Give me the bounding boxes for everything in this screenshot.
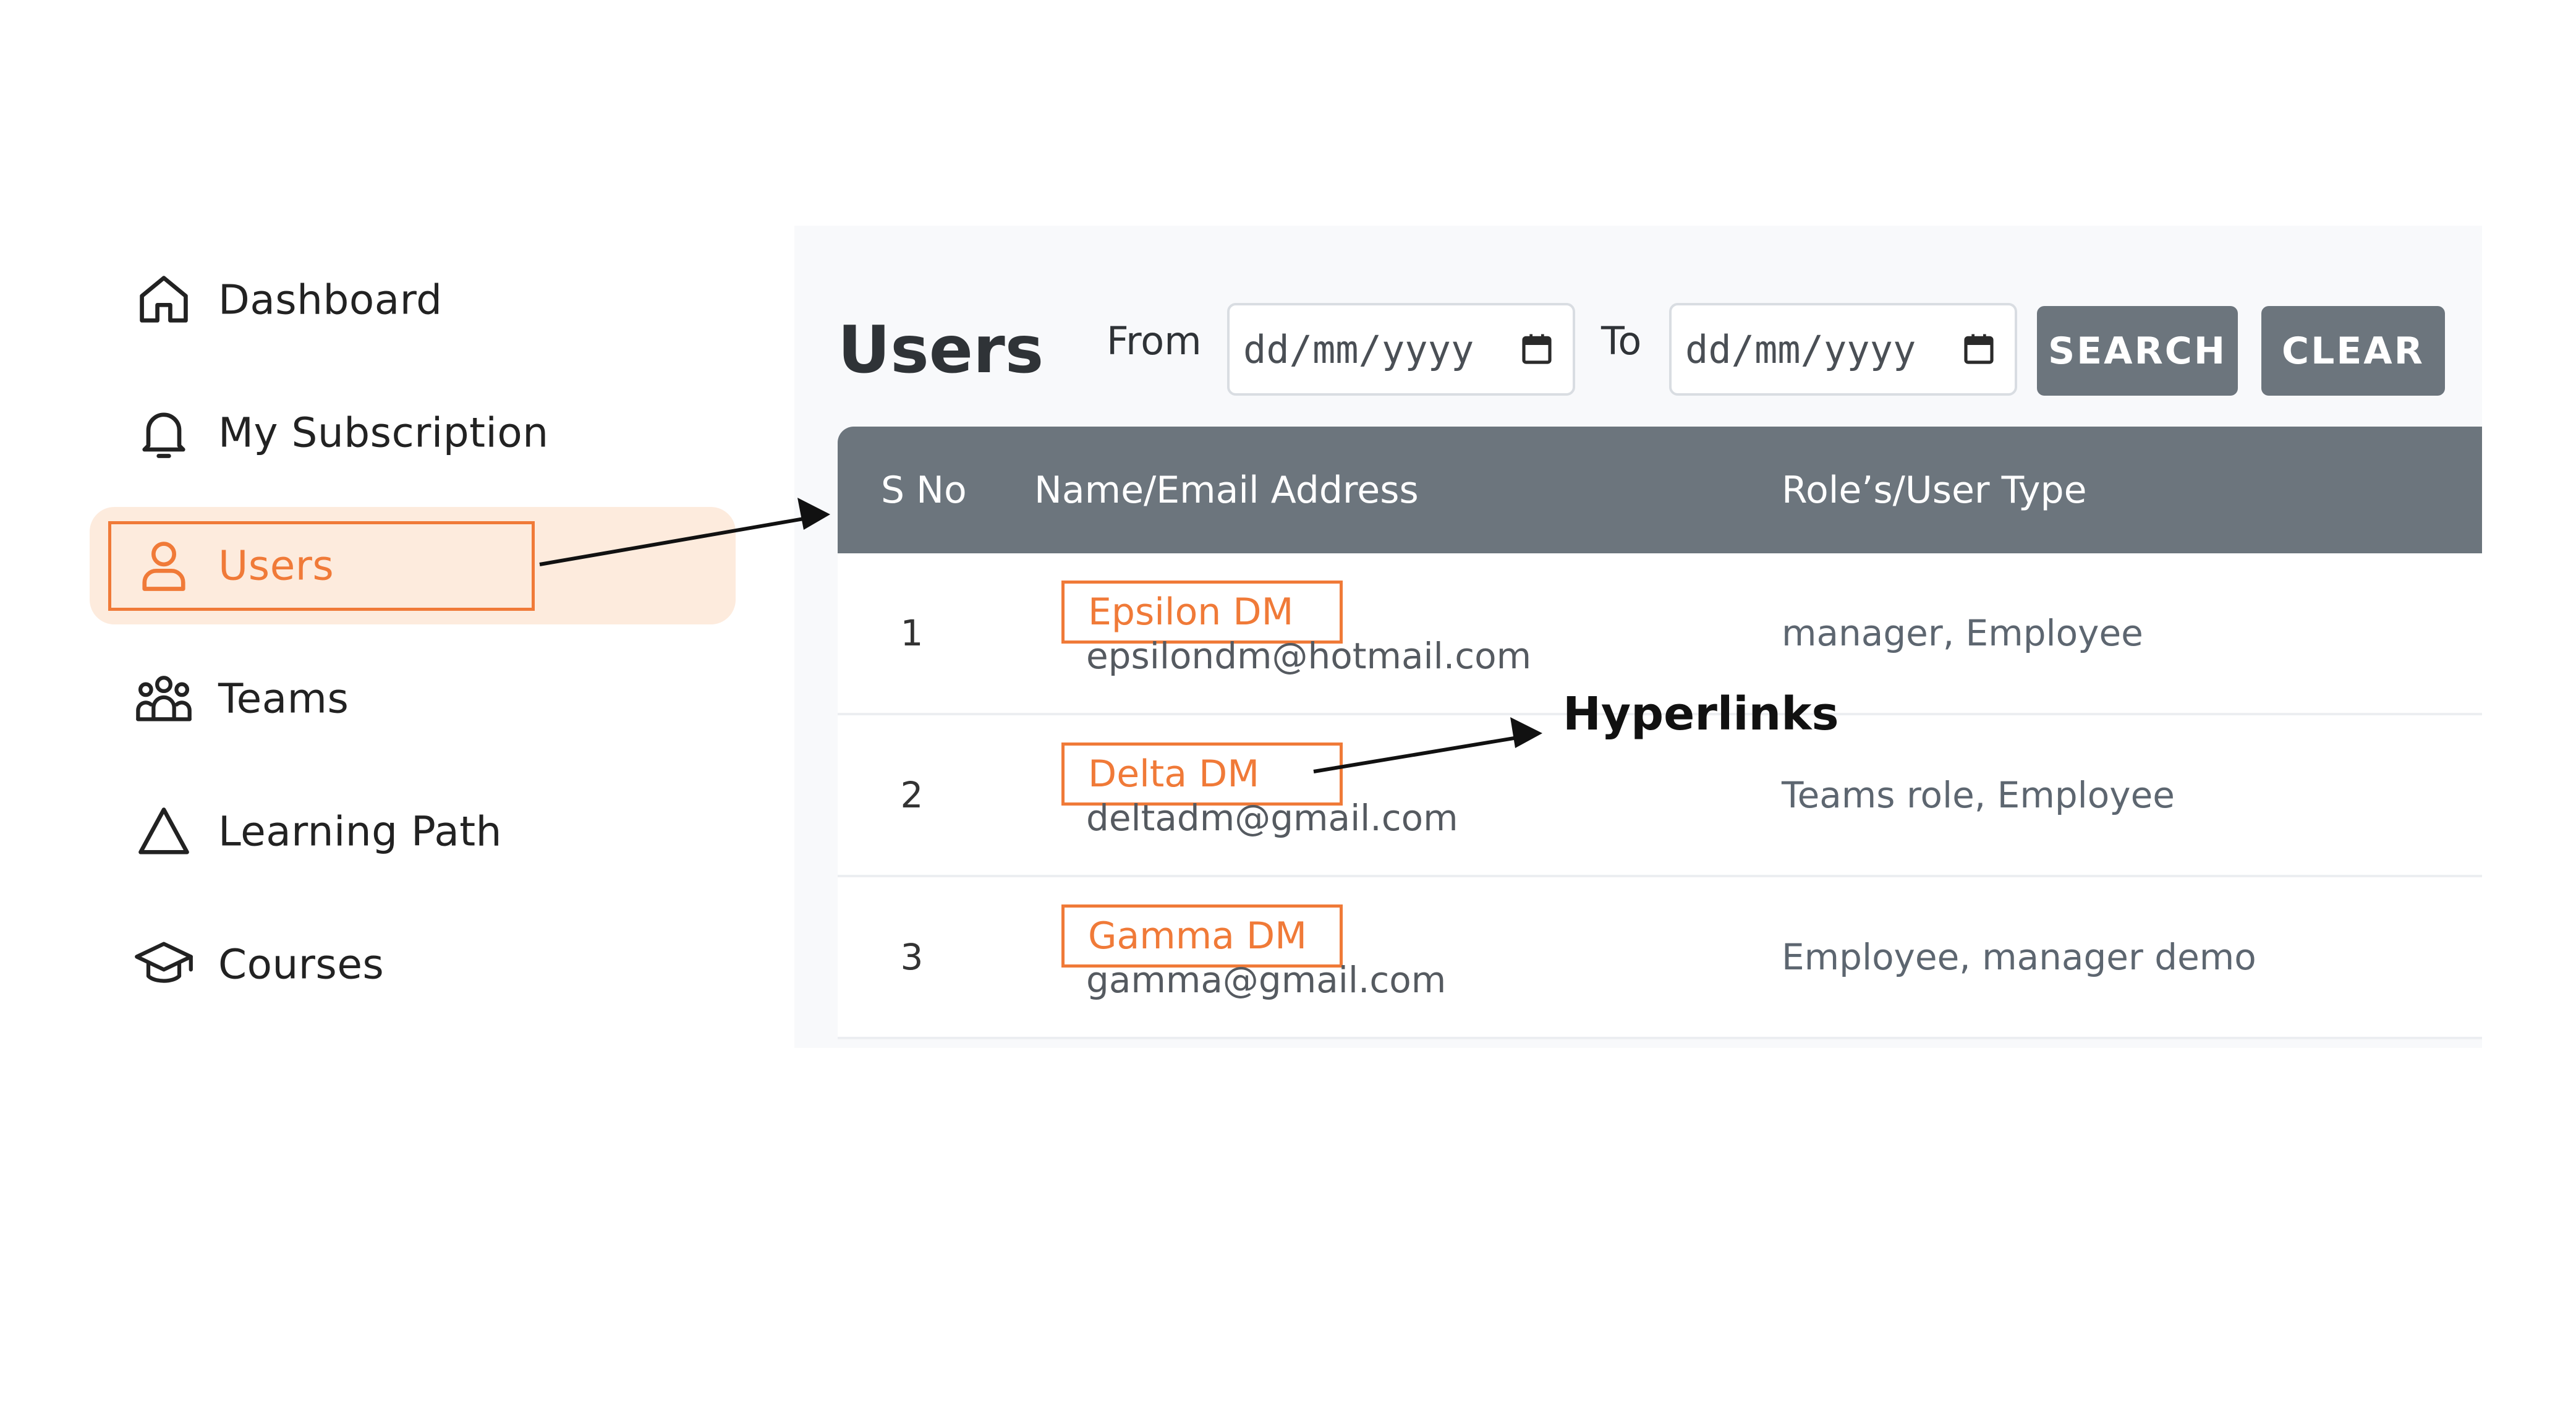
from-date-placeholder: dd/mm/yyyy bbox=[1243, 326, 1474, 372]
user-roles: Employee, manager demo bbox=[1782, 936, 2256, 978]
to-label: To bbox=[1601, 318, 1642, 364]
column-header-name-email: Name/Email Address bbox=[1034, 468, 1419, 512]
hyperlinks-annotation-label: Hyperlinks bbox=[1563, 687, 1839, 741]
calendar-icon[interactable] bbox=[1962, 332, 1996, 367]
search-button[interactable]: SEARCH bbox=[2037, 306, 2238, 396]
row-sno: 2 bbox=[900, 774, 924, 816]
clear-button[interactable]: CLEAR bbox=[2261, 306, 2445, 396]
group-icon bbox=[133, 668, 195, 730]
user-name-link[interactable]: Epsilon DM bbox=[1061, 581, 1343, 644]
home-icon bbox=[133, 269, 195, 331]
sidebar-item-label: Teams bbox=[218, 674, 349, 723]
user-roles: manager, Employee bbox=[1782, 612, 2143, 654]
column-header-roles: Role’s/User Type bbox=[1782, 468, 2087, 512]
users-highlight-box bbox=[108, 521, 535, 611]
graduation-cap-icon bbox=[133, 934, 195, 995]
sidebar-item-label: Learning Path bbox=[218, 807, 502, 856]
sidebar-item-courses[interactable]: Courses bbox=[90, 906, 736, 1023]
sidebar-item-teams[interactable]: Teams bbox=[90, 640, 736, 757]
sidebar-item-learning-path[interactable]: Learning Path bbox=[90, 773, 736, 890]
row-sno: 3 bbox=[900, 936, 924, 978]
user-roles: Teams role, Employee bbox=[1782, 774, 2175, 816]
user-name-link[interactable]: Gamma DM bbox=[1061, 904, 1343, 968]
sidebar-item-label: Dashboard bbox=[218, 276, 443, 324]
sidebar-item-label: Courses bbox=[218, 940, 385, 989]
user-email: deltadm@gmail.com bbox=[1086, 797, 1458, 839]
sidebar-item-label: My Subscription bbox=[218, 409, 549, 457]
table-header: S No Name/Email Address Role’s/User Type bbox=[838, 427, 2482, 553]
to-date-input[interactable]: dd/mm/yyyy bbox=[1669, 303, 2017, 396]
sidebar-item-dashboard[interactable]: Dashboard bbox=[90, 241, 736, 359]
from-date-input[interactable]: dd/mm/yyyy bbox=[1227, 303, 1575, 396]
bell-icon bbox=[133, 402, 195, 464]
user-email: epsilondm@hotmail.com bbox=[1086, 635, 1532, 677]
column-header-sno: S No bbox=[881, 468, 967, 512]
calendar-icon[interactable] bbox=[1520, 332, 1554, 367]
table-row: 3 Gamma DM gamma@gmail.com Employee, man… bbox=[838, 877, 2482, 1039]
page-title: Users bbox=[838, 312, 1044, 388]
user-email: gamma@gmail.com bbox=[1086, 959, 1447, 1001]
to-date-placeholder: dd/mm/yyyy bbox=[1685, 326, 1916, 372]
row-sno: 1 bbox=[900, 612, 924, 654]
from-label: From bbox=[1107, 318, 1202, 364]
users-panel: Users From dd/mm/yyyy To dd/mm/yyyy SEAR… bbox=[794, 226, 2482, 1048]
user-name-link[interactable]: Delta DM bbox=[1061, 743, 1343, 806]
page: Dashboard My Subscription Users Teams Le… bbox=[0, 0, 2576, 1417]
triangle-icon bbox=[133, 801, 195, 862]
sidebar-item-my-subscription[interactable]: My Subscription bbox=[90, 374, 736, 491]
sidebar: Dashboard My Subscription Users Teams Le… bbox=[0, 0, 767, 1051]
